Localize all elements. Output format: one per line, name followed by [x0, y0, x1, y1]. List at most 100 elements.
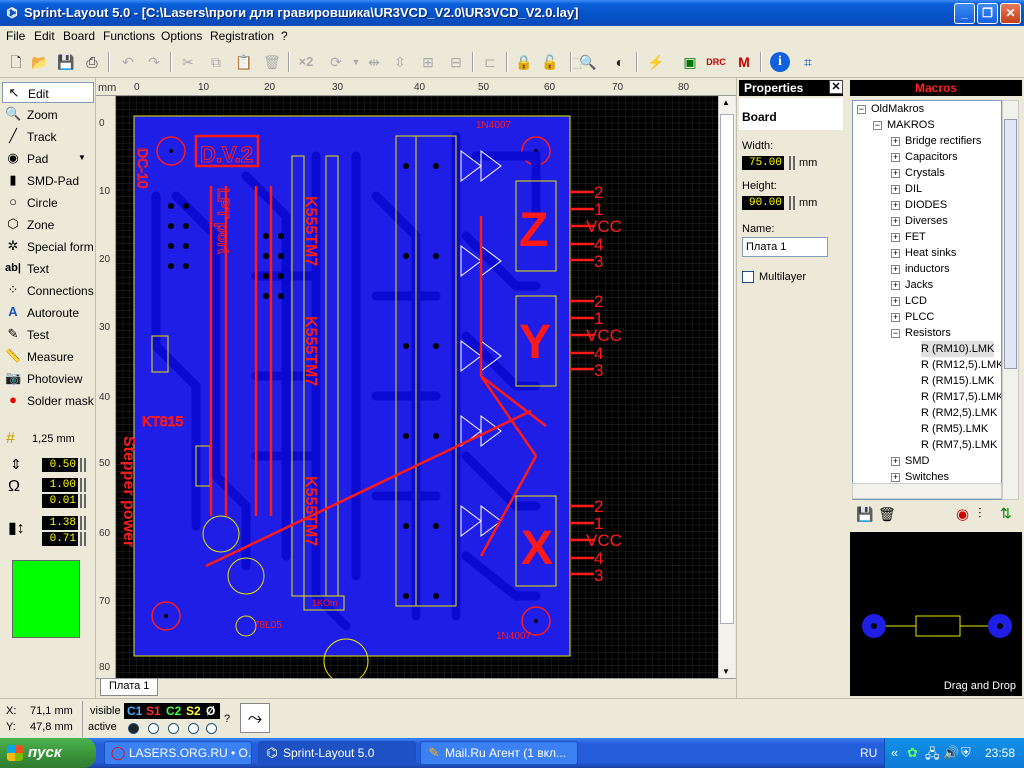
collapse-icon[interactable]: − — [857, 105, 866, 114]
tool-connections[interactable]: ⁘ Connections — [2, 280, 94, 301]
pad-dropdown-icon[interactable]: ▼ — [78, 153, 86, 162]
properties-close-button[interactable]: ✕ — [829, 80, 843, 94]
expand-icon[interactable]: + — [891, 233, 900, 242]
tool-zone[interactable]: ⬡ Zone — [2, 214, 94, 235]
layer-switch-icon[interactable]: ⤳ — [240, 703, 270, 733]
tree-node[interactable]: Bridge rectifiers — [905, 133, 981, 149]
task-opera[interactable]: ◯ LASERS.ORG.RU • О... — [104, 741, 252, 765]
pad-inner-field[interactable]: 0.01 — [42, 494, 78, 508]
track-width-spinner[interactable] — [80, 458, 86, 472]
active-layer-radio-c2[interactable] — [168, 723, 179, 734]
snap-icon[interactable]: ⊟ — [446, 52, 466, 72]
active-layer-radio-s1[interactable] — [148, 723, 159, 734]
collapse-icon[interactable]: − — [873, 121, 882, 130]
tree-horizontal-scrollbar[interactable] — [852, 483, 1002, 499]
tree-leaf-selected[interactable]: R (RM10).LMK — [921, 341, 995, 357]
active-layer-radio-c1[interactable] — [128, 723, 139, 734]
expand-icon[interactable]: + — [891, 201, 900, 210]
tool-zoom[interactable]: 🔍 Zoom — [2, 104, 94, 125]
expand-icon[interactable]: + — [891, 473, 900, 482]
tool-text[interactable]: ab| Text — [2, 258, 94, 279]
expand-icon[interactable]: + — [891, 153, 900, 162]
align-icon[interactable]: ⊞ — [418, 52, 438, 72]
menu-options[interactable]: Options — [161, 29, 202, 43]
rotate-icon[interactable]: ⟳ — [326, 52, 346, 72]
expand-icon[interactable]: + — [891, 265, 900, 274]
canvas-vertical-scrollbar[interactable]: ▲ ▼ — [718, 96, 735, 678]
smd-width-spinner[interactable] — [80, 516, 86, 530]
tool-test[interactable]: ✎ Test — [2, 324, 94, 345]
start-button[interactable]: пуск — [0, 738, 96, 768]
icq-icon[interactable]: ✿ — [907, 745, 918, 761]
mirror-icon[interactable]: ⫶ — [978, 505, 982, 522]
redo-icon[interactable]: ↷ — [144, 52, 164, 72]
layer-s1[interactable]: S1 — [146, 703, 161, 719]
layer-help[interactable]: ? — [224, 713, 230, 725]
height-spinner[interactable] — [789, 196, 795, 210]
tree-leaf[interactable]: R (RM12,5).LMK — [921, 357, 1001, 373]
security-icon[interactable]: ⛨ — [961, 745, 971, 761]
multilayer-checkbox[interactable] — [742, 271, 754, 283]
tree-leaf[interactable]: R (RM2,5).LMK — [921, 405, 997, 421]
tool-solder-mask[interactable]: ● Solder mask — [2, 390, 94, 411]
tree-node[interactable]: DIL — [905, 181, 922, 197]
tree-node[interactable]: LCD — [905, 293, 927, 309]
tree-node-makros[interactable]: MAKROS — [887, 117, 935, 133]
expand-icon[interactable]: + — [891, 297, 900, 306]
delete-icon[interactable]: 🗑 — [878, 506, 896, 523]
contrast-icon[interactable]: ◐ — [610, 52, 630, 72]
tree-node[interactable]: Capacitors — [905, 149, 958, 165]
menu-functions[interactable]: Functions — [103, 29, 155, 43]
expand-icon[interactable]: + — [891, 457, 900, 466]
network-icon[interactable]: 🖧 — [925, 745, 940, 767]
rotate-icon[interactable]: ⇅ — [1000, 505, 1012, 522]
delete-icon[interactable]: 🗑 — [262, 52, 282, 72]
tool-special-form[interactable]: ✲ Special form — [2, 236, 94, 257]
zoom-icon[interactable]: 🔍 — [578, 52, 598, 72]
track-width-field[interactable]: 0.50 — [42, 458, 78, 472]
menu-board[interactable]: Board — [63, 29, 95, 43]
tree-node[interactable]: inductors — [905, 261, 950, 277]
smd-height-spinner[interactable] — [80, 532, 86, 546]
layer-s2[interactable]: S2 — [186, 703, 201, 719]
maximize-button[interactable]: ❐ — [977, 3, 998, 24]
scroll-up-icon[interactable]: ▲ — [722, 98, 730, 107]
minimize-button[interactable]: _ — [954, 3, 975, 24]
tray-expand-icon[interactable]: « — [891, 745, 898, 760]
expand-icon[interactable]: + — [891, 217, 900, 226]
macro-m-icon[interactable]: M — [734, 52, 754, 72]
new-file-icon[interactable]: 🗋 — [6, 52, 26, 72]
layer-outline[interactable]: Ø — [206, 703, 215, 719]
smd-height-field[interactable]: 0.71 — [42, 532, 78, 546]
layer-color-swatch[interactable] — [12, 560, 80, 638]
expand-icon[interactable]: + — [891, 313, 900, 322]
scroll-down-icon[interactable]: ▼ — [722, 667, 730, 676]
close-button[interactable]: ✕ — [1000, 3, 1021, 24]
language-indicator[interactable]: RU — [860, 746, 877, 760]
tree-leaf[interactable]: R (RM17,5).LMK — [921, 389, 1001, 405]
tree-node[interactable]: Crystals — [905, 165, 945, 181]
tool-pad[interactable]: ◉ Pad ▼ — [2, 148, 94, 169]
task-mail-agent[interactable]: ✎ Mail.Ru Агент (1 вкл... — [420, 741, 578, 765]
tool-photoview[interactable]: 📷 Photoview — [2, 368, 94, 389]
expand-icon[interactable]: + — [891, 185, 900, 194]
open-folder-icon[interactable]: 📂 — [30, 52, 50, 72]
crop-icon[interactable]: ⌗ — [798, 52, 818, 72]
tree-node[interactable]: Diverses — [905, 213, 948, 229]
pad-outer-spinner[interactable] — [80, 478, 86, 492]
autoroute-icon[interactable]: ⚡ — [646, 52, 666, 72]
paste-icon[interactable]: 📋 — [234, 52, 254, 72]
clock[interactable]: 23:58 — [985, 746, 1015, 760]
grid-size-label[interactable]: 1,25 mm — [32, 433, 75, 445]
save-icon[interactable]: 💾 — [56, 52, 76, 72]
expand-icon[interactable]: + — [891, 137, 900, 146]
scrollbar-thumb[interactable] — [720, 114, 734, 624]
tool-track[interactable]: ╱ Track — [2, 126, 94, 147]
menu-registration[interactable]: Registration — [210, 29, 274, 43]
group-icon[interactable]: ⊏ — [480, 52, 500, 72]
tree-node-resistors[interactable]: Resistors — [905, 325, 951, 341]
menu-edit[interactable]: Edit — [34, 29, 55, 43]
tool-autoroute[interactable]: A Autoroute — [2, 302, 94, 323]
task-sprint-layout[interactable]: ⌬ Sprint-Layout 5.0 — [258, 741, 416, 765]
mirror-v-icon[interactable]: ⇳ — [390, 52, 410, 72]
